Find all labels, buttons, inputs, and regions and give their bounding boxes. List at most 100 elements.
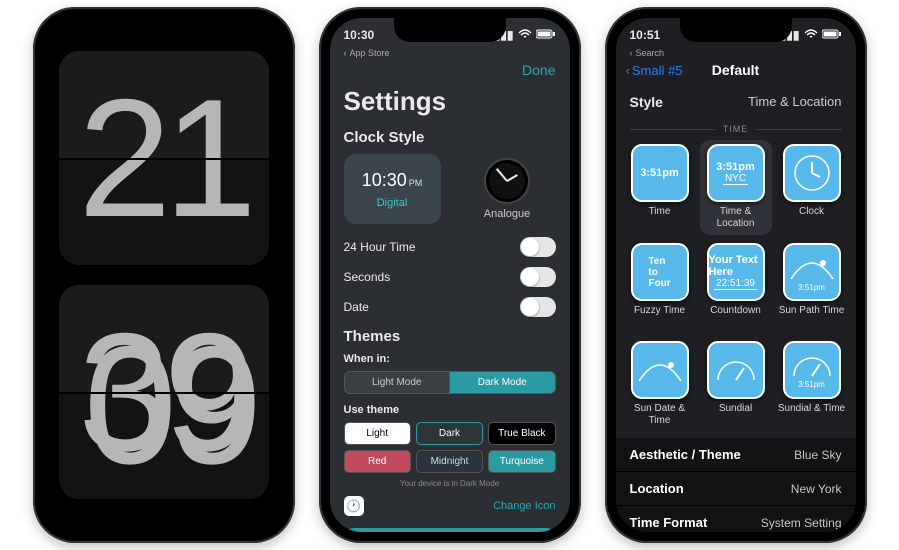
theme-red[interactable]: Red [344,450,411,473]
style-value: Time & Location [748,94,841,110]
seconds-value: 09 [84,321,255,489]
widget-preview: TentoFour [631,243,689,301]
widget-cell[interactable]: Your Text Here22:51:39 Countdown [700,239,772,333]
back-label: Small #5 [632,63,683,78]
theme-grid: Light Dark True Black Red Midnight Turqu… [330,420,570,477]
theme-midnight[interactable]: Midnight [416,450,483,473]
settings-row[interactable]: Aesthetic / Theme Blue Sky [616,438,856,472]
widget-cell[interactable]: 3:51pmNYCTime & Location [700,140,772,235]
clock-style-analogue[interactable]: Analogue [459,154,556,224]
widget-preview [783,144,841,202]
widget-label: Clock [799,206,824,228]
toggle-24h-switch[interactable] [520,237,556,257]
chevron-left-icon: ‹ [626,63,630,78]
when-in-segment: Light Mode Dark Mode [330,369,570,400]
themes-header: Themes [330,322,570,349]
phone-widgets: 10:51 ▮▮▮▮ ‹ Search ‹ Small #5 Default [605,7,867,543]
use-theme-label: Use theme [330,400,570,420]
widget-preview: 3:51pm [783,341,841,399]
back-to-search[interactable]: ‹ Search [616,48,856,58]
widget-label: Countdown [710,305,761,327]
widgets-screen: 10:51 ▮▮▮▮ ‹ Search ‹ Small #5 Default [616,18,856,532]
phone-flipclock: 21 39 09 [33,7,295,543]
settings-row-value: Blue Sky [794,448,841,462]
phone-settings: 10:30 ▮▮▮▮ ‹ App Store Done Settings Clo… [319,7,581,543]
chevron-left-icon: ‹ [630,48,633,58]
notch [394,18,506,42]
page-title: Default [712,62,759,78]
widget-cell[interactable]: Clock [776,140,848,235]
chevron-left-icon: ‹ [344,48,347,58]
clock-style-header: Clock Style [330,123,570,150]
digital-label: Digital [377,197,408,209]
digital-ampm: PM [409,178,423,188]
theme-dark[interactable]: Dark [416,422,483,445]
widget-label: Time [649,206,671,228]
premium-cta-button[interactable]: Join Premium Club [344,528,556,532]
settings-row-key: Time Format [630,515,708,530]
app-icon-preview: 🕐 [344,496,364,516]
section-time-label: TIME [616,118,856,138]
clock-style-digital[interactable]: 10:30PM Digital [344,154,441,224]
widget-cell[interactable]: Sun Date & Time [624,337,696,432]
settings-row-key: Aesthetic / Theme [630,447,741,462]
change-icon-link[interactable]: Change Icon [493,500,555,512]
widget-label: Sundial & Time [778,403,845,425]
toggle-date-label: Date [344,300,369,314]
theme-light[interactable]: Light [344,422,411,445]
dark-mode-note: Your device is in Dark Mode [330,477,570,490]
toggle-date-row: Date [330,292,570,322]
widget-cell[interactable]: Sundial [700,337,772,432]
toggle-24h-row: 24 Hour Time [330,232,570,262]
back-label: App Store [350,48,390,58]
toggle-24h-label: 24 Hour Time [344,240,416,254]
analogue-label: Analogue [484,208,531,220]
widget-preview: 3:51pmNYC [707,144,765,202]
when-in-light[interactable]: Light Mode [344,371,450,394]
when-in-dark[interactable]: Dark Mode [449,371,556,394]
back-to-app-store[interactable]: ‹ App Store [330,48,570,58]
when-in-label: When in: [330,349,570,369]
flipclock-screen: 21 39 09 [44,18,284,532]
theme-turquoise[interactable]: Turquoise [488,450,555,473]
settings-row[interactable]: Time Format System Setting [616,506,856,532]
status-time: 10:30 [344,28,375,42]
widget-cell[interactable]: 3:51pm Sundial & Time [776,337,848,432]
section-time-text: TIME [723,124,749,134]
toggle-seconds-label: Seconds [344,270,391,284]
widget-preview: Your Text Here22:51:39 [707,243,765,301]
style-label: Style [630,94,663,110]
widget-preview [707,341,765,399]
notch [108,18,220,42]
flip-card-minutes: 39 09 [59,285,269,499]
wifi-icon [804,28,818,42]
theme-true-black[interactable]: True Black [488,422,555,445]
flip-card-hours: 21 [59,51,269,265]
settings-list: Aesthetic / Theme Blue Sky LocationNew Yor… [616,438,856,532]
widget-cell[interactable]: 3:51pmSun Path Time [776,239,848,333]
done-button[interactable]: Done [522,62,555,78]
widget-cell[interactable]: 3:51pm Time [624,140,696,235]
settings-row[interactable]: LocationNew York [616,472,856,506]
widget-preview: 3:51pm [783,243,841,301]
widget-label: Fuzzy Time [634,305,685,327]
style-row[interactable]: Style Time & Location [616,86,856,118]
widget-cell[interactable]: TentoFour Fuzzy Time [624,239,696,333]
widget-grid: 3:51pm Time 3:51pmNYCTime & Location Clock T… [616,138,856,434]
settings-row-value: System Setting [761,516,842,530]
analogue-clock-icon [484,158,530,204]
toggle-seconds-switch[interactable] [520,267,556,287]
flipclock-wrap: 21 39 09 [44,18,284,532]
back-button[interactable]: ‹ Small #5 [626,63,683,78]
battery-icon [536,28,556,42]
page-title: Settings [330,82,570,123]
toggle-date-switch[interactable] [520,297,556,317]
widget-label: Sun Date & Time [626,403,694,426]
toggle-seconds-row: Seconds [330,262,570,292]
back-tiny-label: Search [636,48,665,58]
digital-time: 10:30 [362,170,407,190]
widget-preview: 3:51pm [631,144,689,202]
settings-row-value: New York [791,482,842,496]
widget-preview [631,341,689,399]
wifi-icon [518,28,532,42]
